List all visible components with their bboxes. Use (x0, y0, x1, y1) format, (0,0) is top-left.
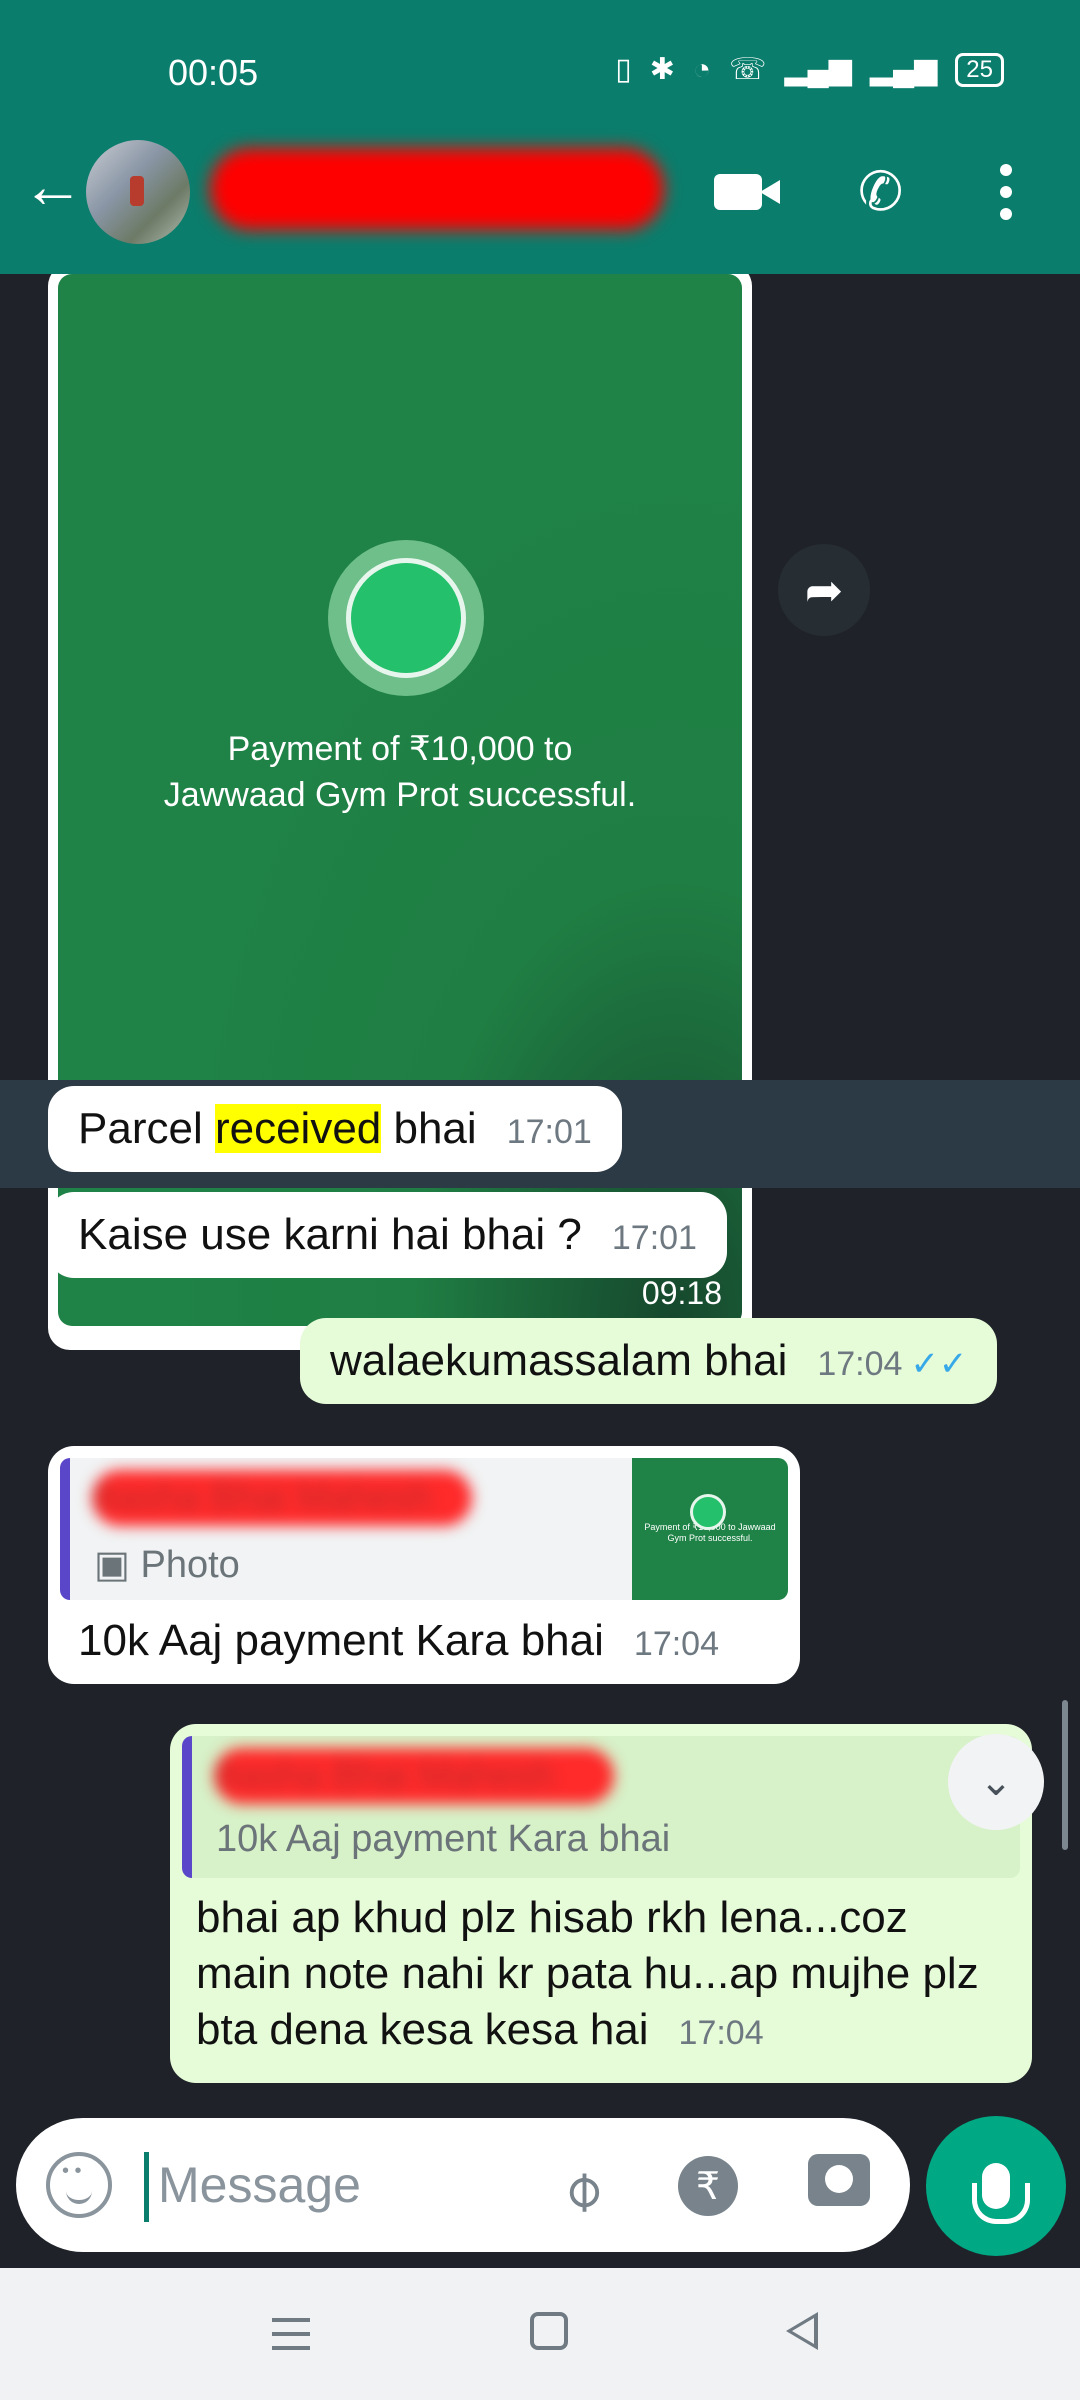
message-text: Parcel (78, 1104, 215, 1153)
message-input[interactable] (158, 2142, 538, 2228)
message-bubble[interactable]: Kaise use karni hai bhai ? 17:01 (48, 1192, 727, 1278)
reply-message-bubble[interactable]: Basha Bhai Mahesh ▣ Photo Payment of ₹10… (48, 1446, 800, 1684)
message-time: 17:04 (817, 1345, 903, 1383)
message-time: 17:04 (678, 2014, 764, 2052)
message-bubble[interactable]: Parcel received bhai 17:01 (48, 1086, 622, 1172)
battery-indicator: 25 (955, 52, 1004, 87)
photo-thumbnail: Payment of ₹10,000 to Jawwaad Gym Prot s… (632, 1458, 788, 1600)
quoted-message[interactable]: Basha Bhai Mahesh ▣ Photo Payment of ₹10… (60, 1458, 788, 1600)
message-text: Kaise use karni hai bhai ? (78, 1210, 582, 1259)
outgoing-message-bubble[interactable]: walaekumassalam bhai 17:04 ✓✓ (300, 1318, 998, 1404)
quoted-message[interactable]: Basha Bhai Mahesh 10k Aaj payment Kara b… (182, 1736, 1020, 1878)
more-options-icon[interactable] (1000, 164, 1012, 220)
message-text: 10k Aaj payment Kara bhai (78, 1616, 604, 1665)
forward-icon[interactable]: ➦ (778, 544, 870, 636)
wifi-icon: ◔ (692, 52, 711, 86)
message-text: bhai ap khud plz hisab rkh lena...coz ma… (196, 1893, 979, 2054)
microphone-icon (972, 2163, 1030, 2224)
message-body: 10k Aaj payment Kara bhai 17:04 (60, 1600, 788, 1672)
scroll-to-bottom-icon[interactable]: ⌄ (948, 1734, 1044, 1830)
vibrate-icon: ▯ (615, 53, 632, 86)
attachment-icon[interactable]: ⌀ (546, 2154, 617, 2225)
status-icons: ▯ ✱ ◔ ☏ ▂▄▆ ▂▄▆ 25 (615, 52, 1004, 87)
quoted-author: Basha Bhai Mahesh (214, 1748, 614, 1804)
recent-apps-icon[interactable] (272, 2318, 310, 2350)
app-header: 00:05 ▯ ✱ ◔ ☏ ▂▄▆ ▂▄▆ 25 ← Basha Bhai Ma… (0, 0, 1080, 274)
chat-area[interactable]: Payment of ₹10,000 to Jawwaad Gym Prot s… (0, 274, 1080, 2114)
nav-back-icon[interactable] (786, 2312, 818, 2350)
system-nav-bar (0, 2268, 1080, 2400)
quoted-label: Photo (140, 1544, 240, 1586)
outgoing-reply-bubble[interactable]: Basha Bhai Mahesh 10k Aaj payment Kara b… (170, 1724, 1032, 2083)
back-arrow-icon[interactable]: ← (22, 156, 84, 218)
message-time: 17:01 (611, 1219, 697, 1257)
message-time: 17:04 (633, 1625, 719, 1663)
text-caret (144, 2152, 149, 2222)
emoji-icon[interactable] (46, 2152, 112, 2218)
search-match: received (214, 1104, 382, 1153)
status-time: 00:05 (168, 52, 259, 93)
microphone-button[interactable] (926, 2116, 1066, 2256)
double-check-icon: ✓✓ (910, 1345, 968, 1383)
contact-avatar[interactable] (86, 140, 190, 244)
message-composer: ⌀ ₹ (16, 2118, 910, 2252)
photo-icon: ▣ (94, 1544, 130, 1586)
image-message[interactable]: Payment of ₹10,000 to Jawwaad Gym Prot s… (48, 274, 752, 1350)
rupee-payment-icon[interactable]: ₹ (678, 2156, 738, 2216)
message-time: 17:01 (506, 1113, 592, 1151)
message-body: bhai ap khud plz hisab rkh lena...coz ma… (182, 1878, 1020, 2071)
message-text: bhai (381, 1104, 477, 1153)
scrollbar-thumb[interactable] (1062, 1700, 1068, 1850)
signal-icon: ▂▄▆ (784, 53, 852, 86)
bluetooth-icon: ✱ (649, 53, 675, 86)
quoted-label-row: ▣ Photo (94, 1542, 240, 1587)
message-time: 09:18 (641, 1275, 722, 1311)
success-check-icon (690, 1494, 726, 1530)
payment-text: Payment of ₹10,000 to Jawwaad Gym Prot s… (58, 726, 742, 818)
quoted-author: Basha Bhai Mahesh (92, 1470, 472, 1526)
payment-text-line: Jawwaad Gym Prot successful. (163, 776, 637, 814)
wifi-call-icon: ☏ (728, 53, 767, 86)
payment-text-line: Payment of ₹10,000 to (227, 730, 573, 768)
home-icon[interactable] (530, 2312, 568, 2350)
success-check-icon (328, 540, 484, 696)
camera-icon[interactable] (808, 2154, 870, 2206)
video-call-icon[interactable] (714, 174, 780, 210)
quoted-label: 10k Aaj payment Kara bhai (216, 1818, 671, 1860)
signal-icon: ▂▄▆ (869, 53, 938, 86)
message-text: walaekumassalam bhai (330, 1336, 788, 1385)
contact-name[interactable]: Basha Bhai Mahesh (210, 148, 664, 230)
phone-call-icon[interactable]: ✆ (858, 160, 903, 223)
